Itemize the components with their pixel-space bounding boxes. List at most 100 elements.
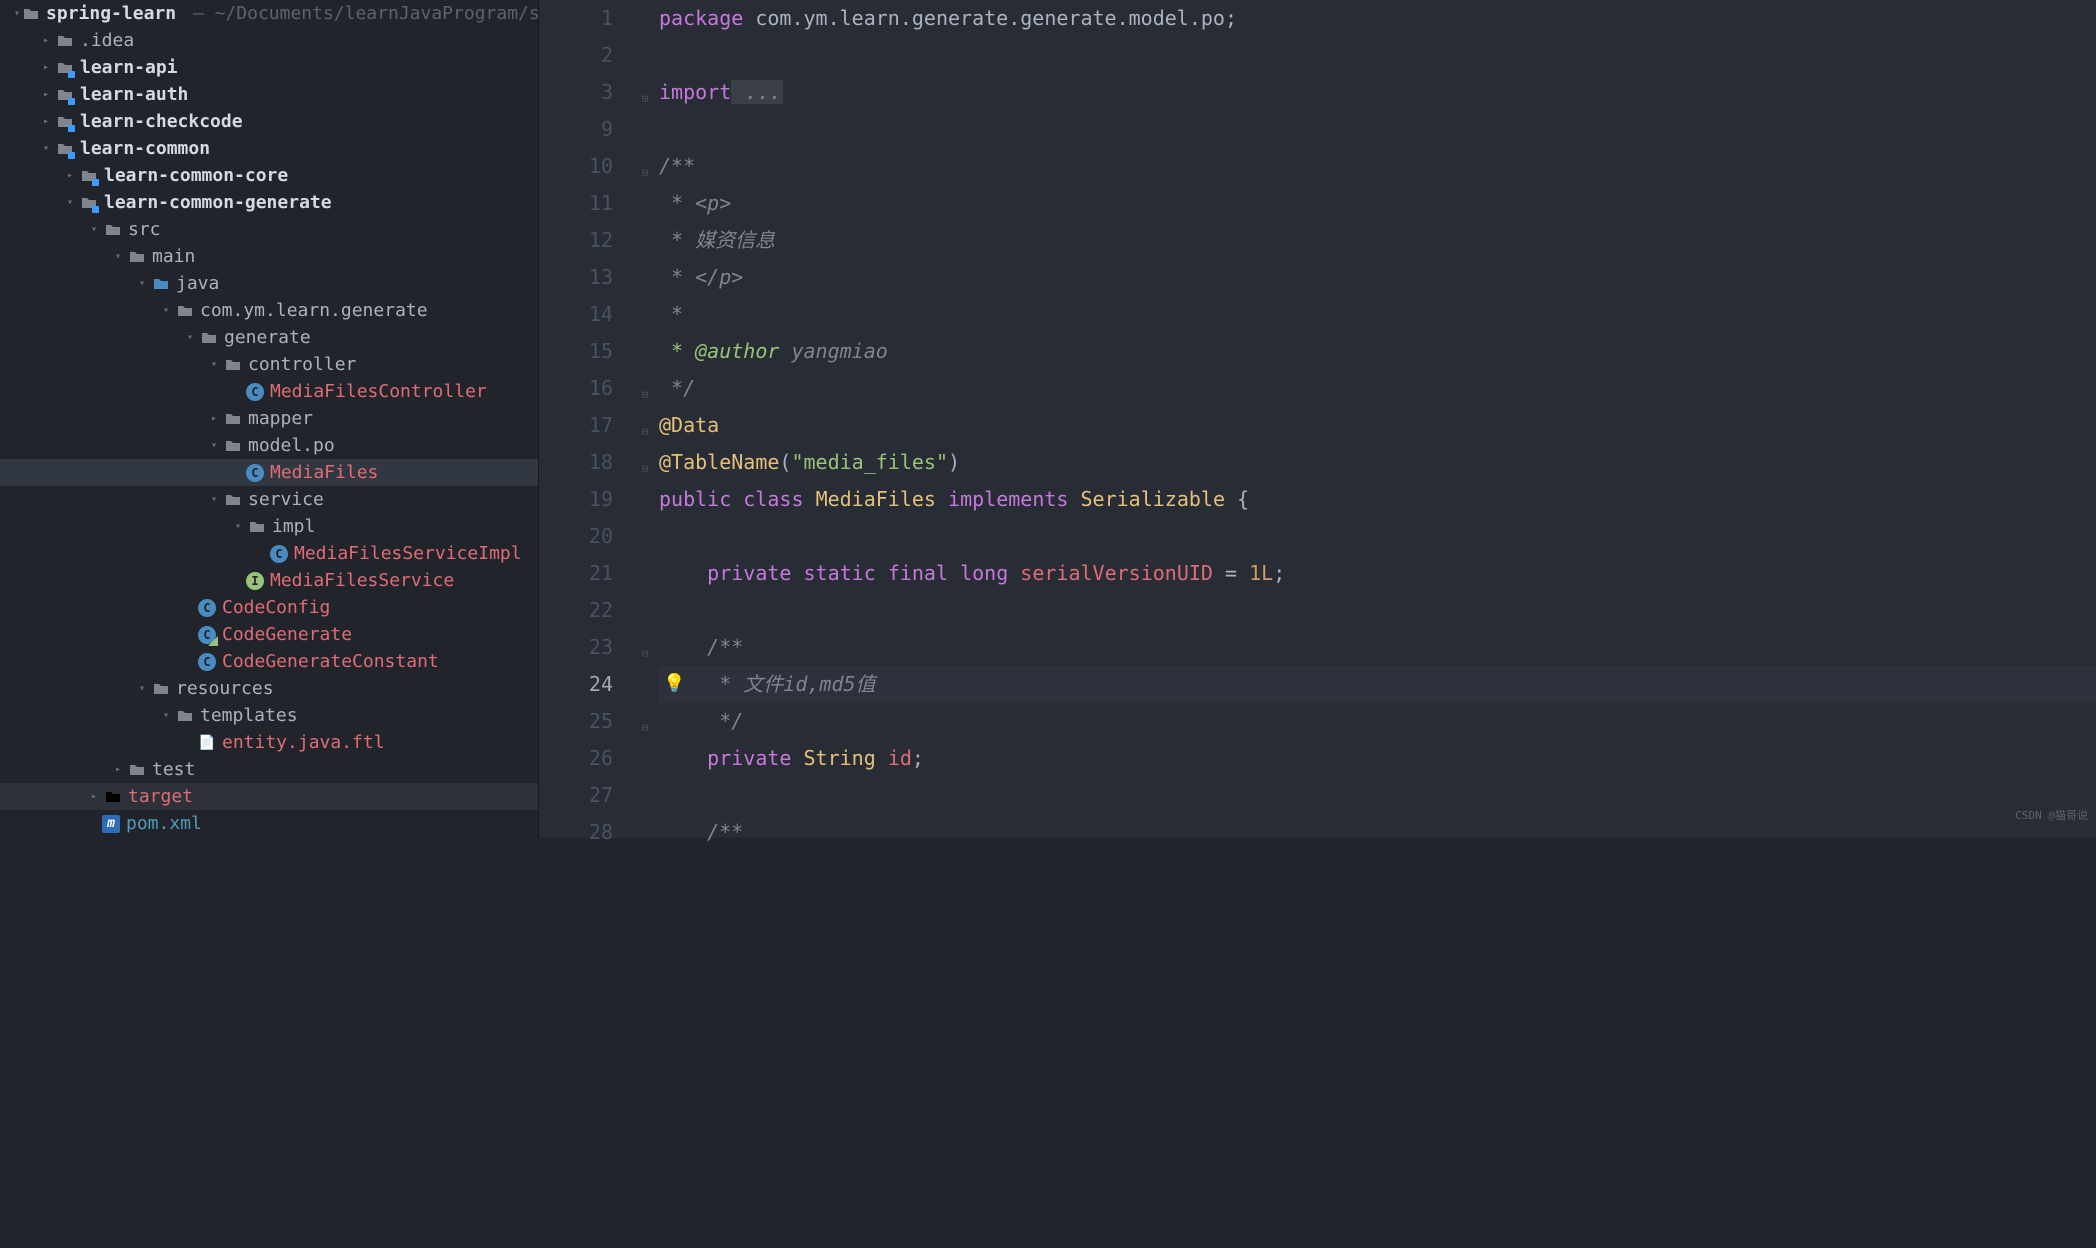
line-number: 10	[539, 148, 613, 185]
fold-collapse-icon[interactable]: ⊟	[639, 450, 651, 487]
fold-expand-icon[interactable]: ⊞	[639, 80, 651, 117]
code-editor[interactable]: 1 2 3 9 10 11 12 13 14 15 16 17 18 19 20…	[539, 0, 2096, 838]
tree-item-learn-api[interactable]: ▸ learn-api	[0, 54, 538, 81]
class-icon: C	[246, 383, 264, 401]
tree-label: target	[128, 786, 193, 807]
project-root-row[interactable]: ▾ spring-learn – ~/Documents/learnJavaPr…	[0, 0, 538, 27]
tree-item-main[interactable]: ▾ main	[0, 243, 538, 270]
tree-item-idea[interactable]: ▸ .idea	[0, 27, 538, 54]
line-number: 18	[539, 444, 613, 481]
code-line	[659, 518, 2096, 555]
tree-item-codeconfig[interactable]: C CodeConfig	[0, 594, 538, 621]
tree-item-codegenerate[interactable]: C CodeGenerate	[0, 621, 538, 648]
code-line: /**	[659, 148, 2096, 185]
interface-icon: I	[246, 572, 264, 590]
tree-item-service[interactable]: ▾ service	[0, 486, 538, 513]
tree-label: MediaFiles	[270, 462, 378, 483]
fold-collapse-icon[interactable]: ⊟	[639, 154, 651, 191]
code-line: * @author yangmiao	[659, 333, 2096, 370]
chevron-down-icon: ▾	[158, 305, 174, 316]
line-number: 11	[539, 185, 613, 222]
tree-label: templates	[200, 705, 298, 726]
code-content[interactable]: package com.ym.learn.generate.generate.m…	[639, 0, 2096, 838]
code-line: @Data	[659, 407, 2096, 444]
class-icon: C	[198, 653, 216, 671]
tree-item-test[interactable]: ▸ test	[0, 756, 538, 783]
tree-label: learn-common	[80, 138, 210, 159]
tree-item-learn-common-generate[interactable]: ▾ learn-common-generate	[0, 189, 538, 216]
tree-item-pom[interactable]: m pom.xml	[0, 810, 538, 837]
fold-end-icon[interactable]: ⊟	[639, 709, 651, 746]
code-line: /**	[659, 814, 2096, 851]
tree-item-impl[interactable]: ▾ impl	[0, 513, 538, 540]
line-number: 28	[539, 814, 613, 851]
line-number: 22	[539, 592, 613, 629]
tree-item-generate[interactable]: ▾ generate	[0, 324, 538, 351]
line-number: 2	[539, 37, 613, 74]
tree-label: main	[152, 246, 195, 267]
tree-item-src[interactable]: ▾ src	[0, 216, 538, 243]
intention-bulb-icon[interactable]: 💡	[663, 665, 685, 702]
file-icon: 📄	[198, 734, 216, 752]
tree-item-controller[interactable]: ▾ controller	[0, 351, 538, 378]
tree-item-learn-common[interactable]: ▾ learn-common	[0, 135, 538, 162]
tree-item-java[interactable]: ▾ java	[0, 270, 538, 297]
tree-item-templates[interactable]: ▾ templates	[0, 702, 538, 729]
fold-end-icon[interactable]: ⊟	[639, 376, 651, 413]
package-icon	[224, 437, 242, 455]
line-number: 17	[539, 407, 613, 444]
chevron-down-icon: ▾	[230, 521, 246, 532]
folder-icon	[104, 221, 122, 239]
line-number: 25	[539, 703, 613, 740]
code-line-current: * 文件id,md5值	[659, 666, 2096, 703]
tree-item-resources[interactable]: ▾ resources	[0, 675, 538, 702]
code-line: */	[659, 370, 2096, 407]
chevron-down-icon: ▾	[206, 440, 222, 451]
package-icon	[248, 518, 266, 536]
tree-item-learn-common-core[interactable]: ▸ learn-common-core	[0, 162, 538, 189]
chevron-down-icon: ▾	[110, 251, 126, 262]
chevron-right-icon: ▸	[206, 413, 222, 424]
tree-label: learn-checkcode	[80, 111, 243, 132]
project-folder-icon	[22, 5, 40, 23]
source-folder-icon	[152, 275, 170, 293]
tree-item-mediafiles[interactable]: C MediaFiles	[0, 459, 538, 486]
module-icon	[80, 167, 98, 185]
code-line: *	[659, 296, 2096, 333]
class-icon: C	[270, 545, 288, 563]
fold-collapse-icon[interactable]: ⊟	[639, 413, 651, 450]
tree-item-package-root[interactable]: ▾ com.ym.learn.generate	[0, 297, 538, 324]
tree-label: resources	[176, 678, 274, 699]
folder-icon	[176, 707, 194, 725]
tree-item-target[interactable]: ▸ target	[0, 783, 538, 810]
chevron-right-icon: ▸	[38, 89, 54, 100]
tree-label: MediaFilesService	[270, 570, 454, 591]
tree-item-learn-auth[interactable]: ▸ learn-auth	[0, 81, 538, 108]
code-line: */	[659, 703, 2096, 740]
tree-item-learn-checkcode[interactable]: ▸ learn-checkcode	[0, 108, 538, 135]
tree-item-entity-ftl[interactable]: 📄 entity.java.ftl	[0, 729, 538, 756]
tree-label: model.po	[248, 435, 335, 456]
tree-label: learn-api	[80, 57, 178, 78]
tree-item-mediafilesserviceimpl[interactable]: C MediaFilesServiceImpl	[0, 540, 538, 567]
line-number: 26	[539, 740, 613, 777]
module-icon	[56, 113, 74, 131]
project-tree-sidebar[interactable]: ▾ spring-learn – ~/Documents/learnJavaPr…	[0, 0, 539, 838]
tree-label: com.ym.learn.generate	[200, 300, 428, 321]
tree-item-mediafilesservice[interactable]: I MediaFilesService	[0, 567, 538, 594]
tree-label: pom.xml	[126, 813, 202, 834]
chevron-right-icon: ▸	[110, 764, 126, 775]
line-number: 27	[539, 777, 613, 814]
package-icon	[176, 302, 194, 320]
fold-collapse-icon[interactable]: ⊟	[639, 635, 651, 672]
tree-item-codegenerateconstant[interactable]: C CodeGenerateConstant	[0, 648, 538, 675]
tree-label: src	[128, 219, 161, 240]
code-line	[659, 777, 2096, 814]
chevron-down-icon: ▾	[206, 494, 222, 505]
tree-item-mapper[interactable]: ▸ mapper	[0, 405, 538, 432]
tree-item-model-po[interactable]: ▾ model.po	[0, 432, 538, 459]
folder-icon	[56, 32, 74, 50]
tree-label: CodeConfig	[222, 597, 330, 618]
tree-item-mediafilescontroller[interactable]: C MediaFilesController	[0, 378, 538, 405]
tree-label: learn-common-generate	[104, 192, 332, 213]
